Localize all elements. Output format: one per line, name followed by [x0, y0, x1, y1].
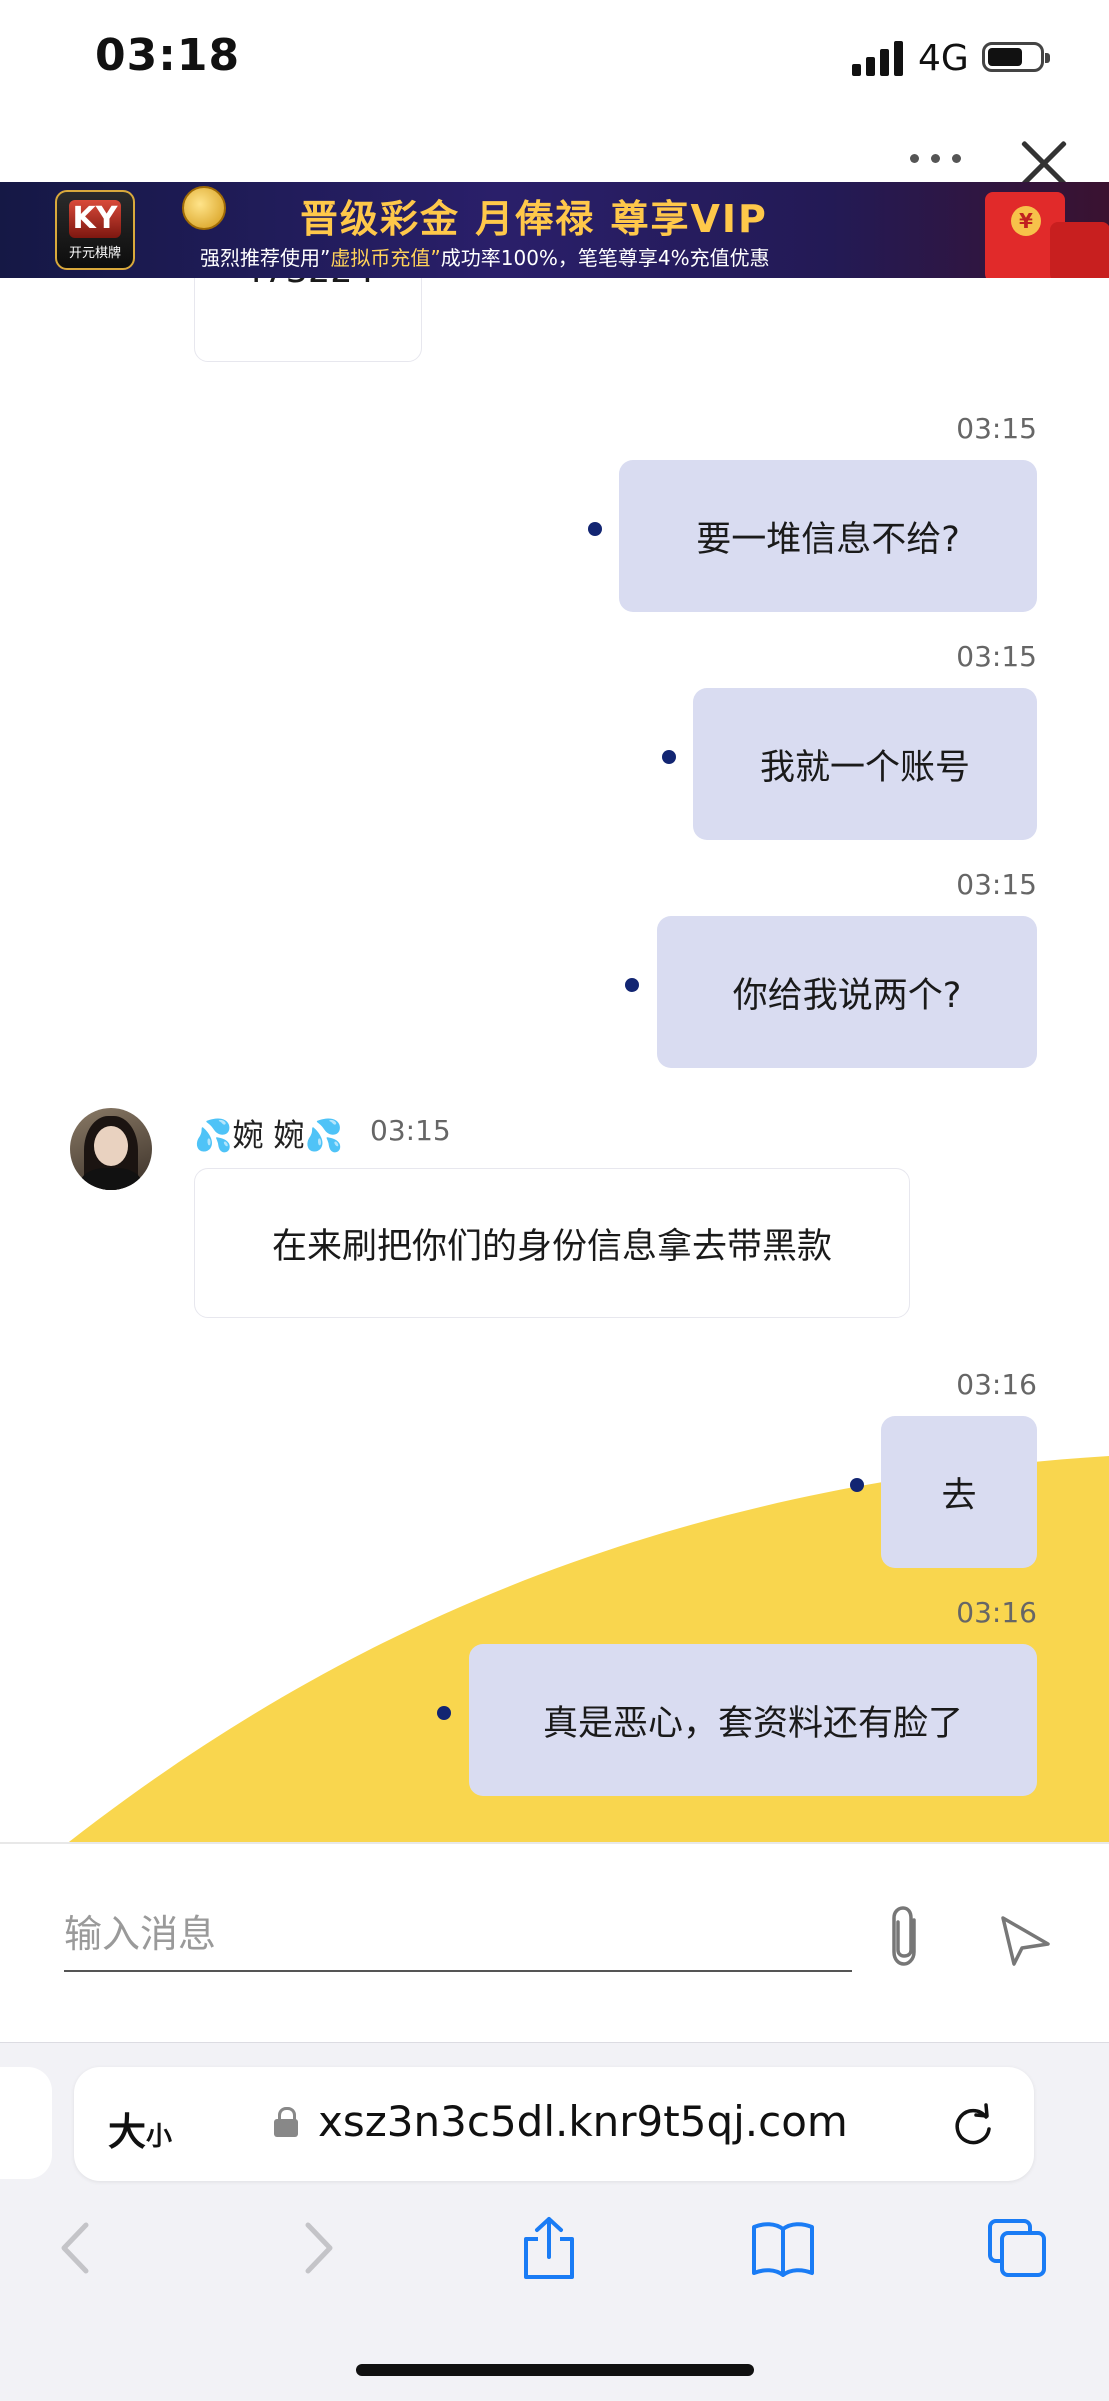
read-status-dot — [625, 978, 639, 992]
reload-icon[interactable] — [950, 2103, 996, 2149]
message-input-bar: 输入消息 — [0, 1842, 1109, 2044]
home-indicator[interactable] — [356, 2364, 754, 2376]
text-size-large: 大 — [108, 2110, 147, 2154]
back-icon[interactable] — [44, 2215, 110, 2281]
network-label: 4G — [918, 38, 969, 79]
incoming-message[interactable]: 在来刷把你们的身份信息拿去带黑款 — [194, 1168, 910, 1318]
read-status-dot — [588, 522, 602, 536]
banner-title: 晋级彩金 月俸禄 尊享VIP — [300, 197, 768, 241]
status-time: 03:18 — [95, 30, 241, 81]
chat-area[interactable]: 473224 03:15 要一堆信息不给? 03:15 我就一个账号 03:15… — [0, 278, 1109, 1842]
incoming-message-partial-text: 473224 — [241, 278, 375, 291]
previous-tab[interactable] — [0, 2067, 52, 2179]
message-text: 我就一个账号 — [759, 747, 970, 788]
message-text: 真是恶心，套资料还有脸了 — [542, 1703, 963, 1744]
coin-icon — [182, 186, 226, 230]
share-icon[interactable] — [516, 2215, 582, 2281]
tabs-icon[interactable] — [984, 2215, 1050, 2281]
message-text: 去 — [941, 1475, 977, 1516]
more-options-icon[interactable] — [908, 150, 964, 166]
read-status-dot — [437, 1706, 451, 1720]
battery-icon — [982, 42, 1050, 72]
send-icon[interactable] — [1000, 1914, 1052, 1966]
banner-subtitle-pre: 强烈推荐使用” — [200, 246, 331, 270]
browser-toolbar: 大小 xsz3n3c5dl.knr9t5qj.com — [0, 2042, 1109, 2401]
sender-time: 03:15 — [370, 1114, 451, 1147]
outgoing-message[interactable]: 我就一个账号 — [693, 688, 1037, 840]
banner-logo-text: KY — [69, 200, 121, 238]
incoming-message-text: 在来刷把你们的身份信息拿去带黑款 — [271, 1226, 832, 1267]
message-time: 03:15 — [956, 868, 1037, 901]
message-time: 03:16 — [956, 1368, 1037, 1401]
signal-icon — [852, 40, 906, 76]
banner-logo: KY 开元棋牌 — [55, 190, 135, 270]
banner-subtitle-highlight: 虚拟币充值” — [330, 246, 441, 270]
sender-name: 💦婉 婉💦 — [194, 1118, 344, 1154]
incoming-message-partial[interactable]: 473224 — [194, 278, 422, 362]
read-status-dot — [662, 750, 676, 764]
paperclip-icon[interactable] — [886, 1904, 926, 1970]
red-envelope-icon-2 — [1050, 222, 1109, 278]
outgoing-message[interactable]: 要一堆信息不给? — [619, 460, 1037, 612]
message-time: 03:16 — [956, 1596, 1037, 1629]
forward-icon[interactable] — [284, 2215, 350, 2281]
status-bar: 03:18 4G — [0, 0, 1109, 120]
read-status-dot — [850, 1478, 864, 1492]
message-text: 你给我说两个? — [732, 975, 962, 1016]
outgoing-message[interactable]: 去 — [881, 1416, 1037, 1568]
bookmarks-icon[interactable] — [750, 2215, 816, 2281]
text-size-button[interactable]: 大小 — [108, 2101, 172, 2156]
message-time: 03:15 — [956, 640, 1037, 673]
message-time: 03:15 — [956, 412, 1037, 445]
banner-subtitle: 强烈推荐使用”虚拟币充值”成功率100%，笔笔尊享4%充值优惠 — [200, 242, 770, 271]
avatar[interactable] — [70, 1108, 152, 1190]
banner-subtitle-post: 成功率100%，笔笔尊享4%充值优惠 — [440, 246, 770, 270]
url-text[interactable]: xsz3n3c5dl.knr9t5qj.com — [318, 2097, 848, 2146]
banner-logo-subtext: 开元棋牌 — [68, 246, 121, 261]
lock-icon — [274, 2107, 298, 2137]
ad-banner[interactable]: KY 开元棋牌 晋级彩金 月俸禄 尊享VIP 强烈推荐使用”虚拟币充值”成功率1… — [0, 182, 1109, 278]
message-text: 要一堆信息不给? — [696, 519, 960, 560]
text-size-small: 小 — [146, 2122, 173, 2152]
outgoing-message[interactable]: 真是恶心，套资料还有脸了 — [469, 1644, 1037, 1796]
address-bar[interactable]: 大小 xsz3n3c5dl.knr9t5qj.com — [74, 2067, 1034, 2181]
message-input[interactable]: 输入消息 — [64, 1904, 852, 1972]
outgoing-message[interactable]: 你给我说两个? — [657, 916, 1037, 1068]
